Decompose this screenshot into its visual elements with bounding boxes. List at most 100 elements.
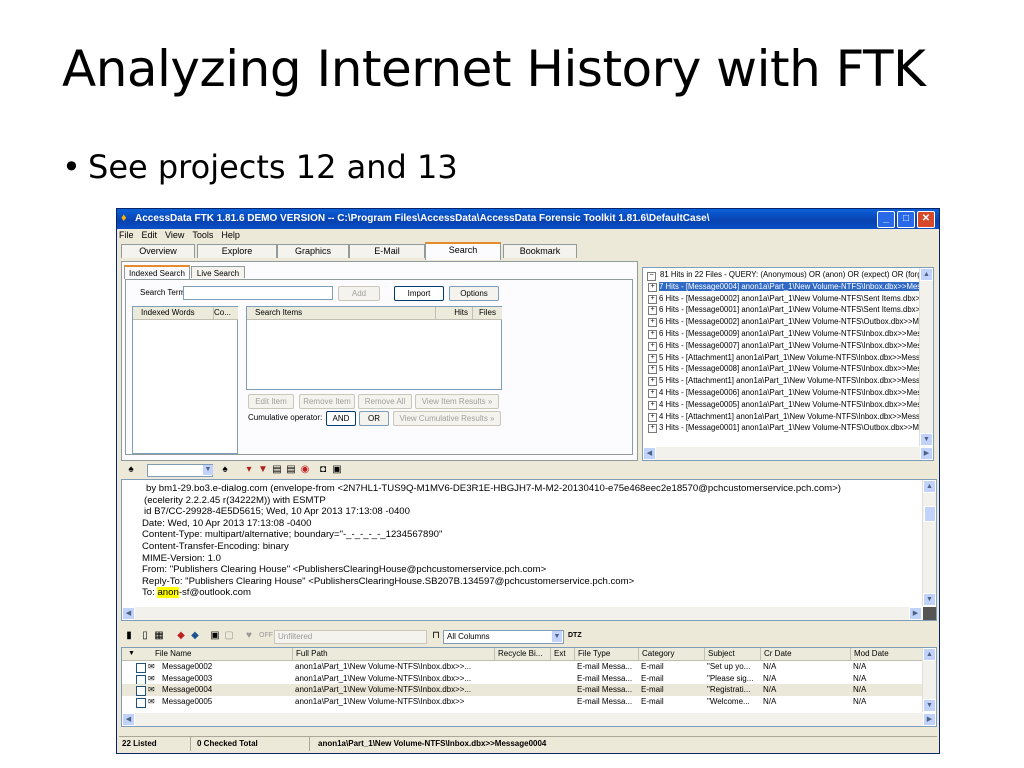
expand-icon[interactable]: + [648, 294, 657, 304]
hits-tree[interactable]: −81 Hits in 22 Files - QUERY: (Anonymous… [642, 267, 934, 461]
expand-icon[interactable]: + [648, 353, 657, 363]
scroll-up-icon[interactable]: ▲ [920, 268, 933, 281]
row-checkbox[interactable] [136, 697, 146, 708]
file-row[interactable]: ✉ Message0005 anon1a\Part_1\New Volume-NTF… [122, 696, 936, 708]
scroll-left-icon[interactable]: ◀ [122, 607, 135, 620]
hit-item[interactable]: +4 Hits - [Attachment1] anon1a\Part_1\Ne… [643, 411, 919, 423]
dtz-label[interactable]: DTZ [568, 632, 582, 639]
native-view-icon[interactable]: ◉ [299, 464, 311, 476]
view-mode-icon[interactable]: ▾ [243, 464, 255, 476]
expand-icon[interactable]: + [648, 365, 657, 375]
message-viewer[interactable]: by bm1-29.bo3.e-dialog.com (envelope-fro… [121, 479, 937, 621]
add-button[interactable]: Add [338, 286, 380, 301]
tab-search[interactable]: Search [425, 242, 501, 260]
hits-header[interactable]: Hits [435, 307, 472, 320]
filter-select[interactable]: Unfiltered [274, 630, 427, 644]
export-icon[interactable]: ▣ [331, 464, 343, 476]
hit-item[interactable]: +7 Hits - [Message0004] anon1a\Part_1\Ne… [643, 281, 919, 293]
search-term-input[interactable] [183, 286, 333, 300]
expand-icon[interactable]: + [648, 424, 657, 434]
column-header[interactable]: Subject [704, 648, 762, 660]
hits-horizontal-scrollbar[interactable]: ◀ ▶ [643, 447, 933, 460]
file-row[interactable]: ✉ Message0003 anon1a\Part_1\New Volume-NTF… [122, 673, 936, 685]
filter-view-icon[interactable]: ▼ [257, 464, 269, 476]
report-icon[interactable]: ◆ [189, 630, 201, 642]
hex-view-icon[interactable]: ▤ [285, 464, 297, 476]
columns-select[interactable]: All Columns [443, 630, 564, 644]
scroll-down-icon[interactable]: ▼ [923, 699, 936, 712]
file-row[interactable]: ✉ Message0002 anon1a\Part_1\New Volume-NTF… [122, 661, 936, 673]
menu-item-file[interactable]: File [119, 229, 134, 242]
title-bar[interactable]: ♦ AccessData FTK 1.81.6 DEMO VERSION -- … [117, 209, 939, 229]
indexed-words-list[interactable]: Indexed Words Co... [132, 306, 238, 454]
columns-dropdown-icon[interactable]: ▼ [552, 631, 562, 642]
expand-icon[interactable]: + [648, 412, 657, 422]
column-header[interactable]: Recycle Bi... [494, 648, 552, 660]
indexed-words-header[interactable]: Indexed Words [133, 307, 217, 320]
file-list-horizontal-scrollbar[interactable]: ◀ ▶ [122, 713, 936, 726]
scroll-down-icon[interactable]: ▼ [923, 593, 936, 606]
hit-item[interactable]: +5 Hits - [Attachment1] anon1a\Part_1\Ne… [643, 375, 919, 387]
add-bookmark-icon[interactable]: ◆ [175, 630, 187, 642]
expand-icon[interactable]: + [648, 282, 657, 292]
maximize-button[interactable]: □ [897, 211, 915, 228]
options-button[interactable]: Options [449, 286, 499, 301]
expand-icon[interactable]: + [648, 318, 657, 328]
expand-icon[interactable]: + [648, 388, 657, 398]
hit-item[interactable]: +4 Hits - [Message0005] anon1a\Part_1\Ne… [643, 399, 919, 411]
scroll-down-icon[interactable]: ▼ [920, 433, 933, 446]
copy-icon[interactable]: ◘ [317, 464, 329, 476]
uncheck-all-icon[interactable]: ▯ [139, 630, 151, 642]
menu-item-edit[interactable]: Edit [142, 229, 158, 242]
remove-item-button[interactable]: Remove Item [299, 394, 355, 409]
hit-item[interactable]: +6 Hits - [Message0001] anon1a\Part_1\Ne… [643, 304, 919, 316]
check-all-icon[interactable]: ▮ [123, 630, 135, 642]
scroll-up-icon[interactable]: ▲ [923, 648, 936, 661]
hit-item[interactable]: +3 Hits - [Message0001] anon1a\Part_1\Ne… [643, 422, 919, 434]
minimize-button[interactable]: _ [877, 211, 895, 228]
column-header[interactable]: File Name [152, 648, 285, 660]
menu-item-help[interactable]: Help [221, 229, 240, 242]
file-row[interactable]: ✉ Message0004 anon1a\Part_1\New Volume-NTF… [122, 684, 936, 696]
filter-icon[interactable]: ♥ [243, 630, 255, 642]
search-items-header[interactable]: Search Items [247, 307, 435, 320]
export-files-icon[interactable]: ▣ [209, 630, 221, 642]
scroll-right-icon[interactable]: ▶ [920, 447, 933, 460]
tab-bookmark[interactable]: Bookmark [503, 244, 577, 258]
import-button[interactable]: Import [394, 286, 444, 301]
remove-all-button[interactable]: Remove All [358, 394, 412, 409]
text-view-icon[interactable]: ▤ [271, 464, 283, 476]
expand-icon[interactable]: + [648, 306, 657, 316]
tab-overview[interactable]: Overview [121, 244, 195, 258]
viewer-horizontal-scrollbar[interactable]: ◀ ▶ [122, 607, 922, 620]
view-item-results-button[interactable]: View Item Results » [415, 394, 499, 409]
scroll-right-icon[interactable]: ▶ [923, 713, 936, 726]
viewer-vertical-scrollbar[interactable]: ▲ ▼ [922, 480, 936, 606]
menu-item-view[interactable]: View [165, 229, 184, 242]
tab-explore[interactable]: Explore [197, 244, 277, 258]
expand-icon[interactable]: + [648, 329, 657, 339]
scroll-left-icon[interactable]: ◀ [643, 447, 656, 460]
menu-item-tools[interactable]: Tools [192, 229, 213, 242]
or-button[interactable]: OR [359, 411, 389, 426]
find-icon[interactable]: ♠ [125, 464, 137, 476]
edit-item-button[interactable]: Edit Item [248, 394, 294, 409]
list-view-icon[interactable]: ▦ [153, 630, 165, 642]
hits-vertical-scrollbar[interactable]: ▲ ▼ [919, 268, 933, 446]
scroll-thumb[interactable] [924, 506, 936, 522]
tab-graphics[interactable]: Graphics [277, 244, 349, 258]
tab-indexed-search[interactable]: Indexed Search [124, 265, 190, 279]
collapse-icon[interactable]: − [647, 272, 656, 281]
row-checkbox[interactable] [136, 663, 146, 673]
scroll-up-icon[interactable]: ▲ [923, 480, 936, 493]
row-checkbox[interactable] [136, 674, 146, 685]
hits-root-node[interactable]: −81 Hits in 22 Files - QUERY: (Anonymous… [643, 269, 919, 281]
column-header[interactable]: Ext [550, 648, 576, 660]
hit-item[interactable]: +6 Hits - [Message0007] anon1a\Part_1\Ne… [643, 340, 919, 352]
tab-live-search[interactable]: Live Search [191, 266, 245, 278]
column-header[interactable]: Category [638, 648, 704, 660]
scroll-left-icon[interactable]: ◀ [122, 713, 135, 726]
expand-icon[interactable]: + [648, 341, 657, 351]
column-header[interactable]: Mod Date [850, 648, 914, 660]
files-header[interactable]: Files [472, 307, 502, 320]
